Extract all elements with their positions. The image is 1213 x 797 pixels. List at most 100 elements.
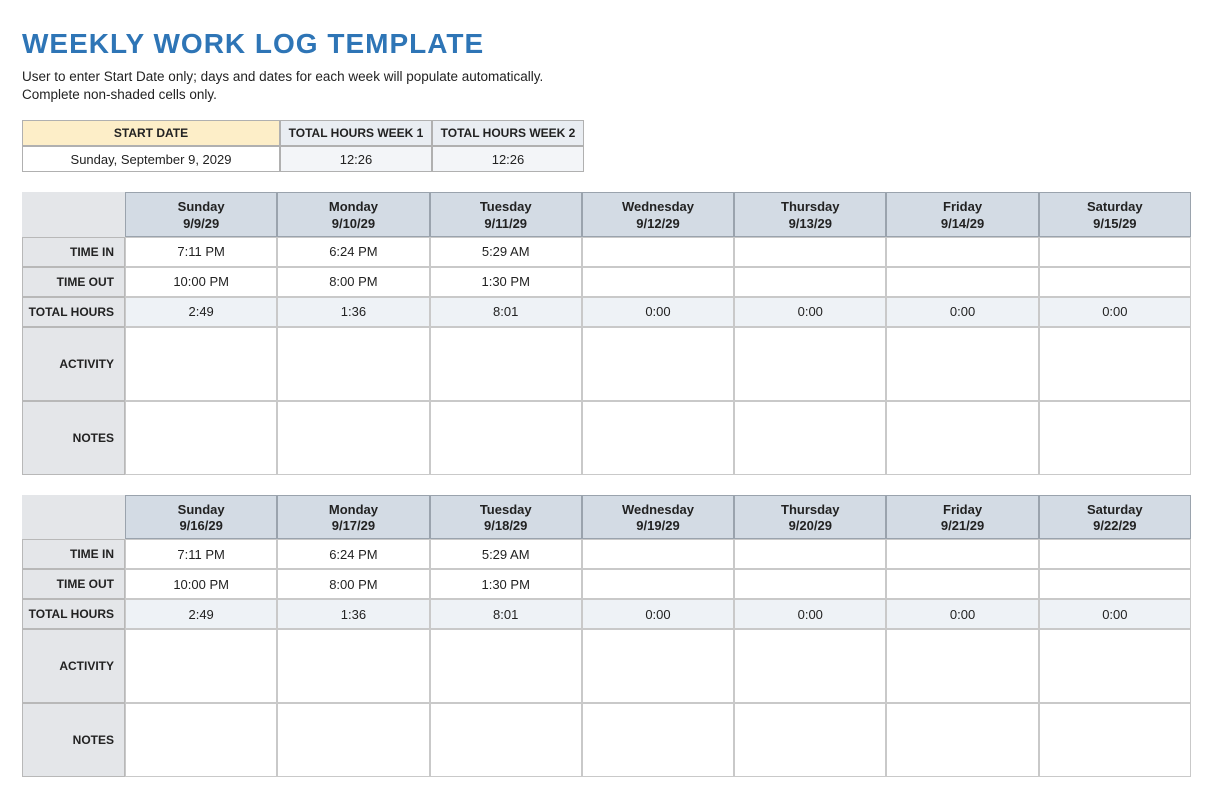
activity-cell[interactable] (125, 327, 277, 401)
total-cell: 8:01 (430, 297, 582, 327)
time_out-row-header: TIME OUT (22, 267, 125, 297)
time_out-cell[interactable]: 10:00 PM (125, 267, 277, 297)
day-date: 9/10/29 (278, 216, 428, 232)
notes-cell[interactable] (277, 703, 429, 777)
time_in-cell[interactable] (582, 237, 734, 267)
notes-row-header: NOTES (22, 703, 125, 777)
time_in-cell[interactable] (1039, 237, 1191, 267)
instructions-line-1: User to enter Start Date only; days and … (22, 69, 543, 84)
time_in-cell[interactable] (734, 237, 886, 267)
notes-cell[interactable] (734, 401, 886, 475)
notes-cell[interactable] (430, 401, 582, 475)
time_in-cell[interactable] (886, 237, 1038, 267)
activity-cell[interactable] (734, 629, 886, 703)
activity-cell[interactable] (430, 629, 582, 703)
notes-cell[interactable] (582, 401, 734, 475)
activity-cell[interactable] (886, 327, 1038, 401)
day-name: Friday (887, 502, 1037, 518)
time_out-cell[interactable] (582, 569, 734, 599)
notes-cell[interactable] (125, 703, 277, 777)
notes-cell[interactable] (277, 401, 429, 475)
day-date: 9/22/29 (1040, 518, 1190, 534)
day-header: Sunday9/16/29 (125, 495, 277, 540)
time_out-cell[interactable]: 1:30 PM (430, 267, 582, 297)
notes-cell[interactable] (1039, 703, 1191, 777)
day-name: Tuesday (431, 502, 581, 518)
day-header: Wednesday9/19/29 (582, 495, 734, 540)
notes-cell[interactable] (582, 703, 734, 777)
time_in-cell[interactable] (1039, 539, 1191, 569)
activity-cell[interactable] (125, 629, 277, 703)
activity-cell[interactable] (1039, 327, 1191, 401)
time_out-row-header: TIME OUT (22, 569, 125, 599)
notes-cell[interactable] (886, 703, 1038, 777)
notes-row-header: NOTES (22, 401, 125, 475)
activity-cell[interactable] (277, 327, 429, 401)
total-hours-week2-header: TOTAL HOURS WEEK 2 (432, 120, 584, 146)
notes-cell[interactable] (1039, 401, 1191, 475)
activity-cell[interactable] (582, 629, 734, 703)
time_out-cell[interactable] (886, 569, 1038, 599)
time_out-cell[interactable]: 8:00 PM (277, 569, 429, 599)
activity-cell[interactable] (886, 629, 1038, 703)
total-cell: 0:00 (1039, 297, 1191, 327)
activity-cell[interactable] (1039, 629, 1191, 703)
notes-cell[interactable] (734, 703, 886, 777)
notes-cell[interactable] (430, 703, 582, 777)
notes-cell[interactable] (125, 401, 277, 475)
time_out-cell[interactable]: 8:00 PM (277, 267, 429, 297)
time_in-cell[interactable]: 6:24 PM (277, 237, 429, 267)
total-row-header: TOTAL HOURS (22, 297, 125, 327)
day-date: 9/13/29 (735, 216, 885, 232)
time_out-cell[interactable] (886, 267, 1038, 297)
time_in-cell[interactable]: 6:24 PM (277, 539, 429, 569)
day-header: Monday9/17/29 (277, 495, 429, 540)
day-date: 9/15/29 (1040, 216, 1190, 232)
day-name: Wednesday (583, 199, 733, 215)
day-name: Tuesday (431, 199, 581, 215)
time_in-cell[interactable] (734, 539, 886, 569)
time_in-cell[interactable]: 5:29 AM (430, 539, 582, 569)
time_in-cell[interactable]: 7:11 PM (125, 237, 277, 267)
time_out-cell[interactable] (1039, 569, 1191, 599)
activity-row-header: ACTIVITY (22, 629, 125, 703)
activity-cell[interactable] (734, 327, 886, 401)
total-cell: 0:00 (582, 599, 734, 629)
start-date-header: START DATE (22, 120, 280, 146)
time_out-cell[interactable]: 10:00 PM (125, 569, 277, 599)
notes-cell[interactable] (886, 401, 1038, 475)
page-title: WEEKLY WORK LOG TEMPLATE (22, 28, 1191, 60)
time_out-cell[interactable] (582, 267, 734, 297)
time_in-cell[interactable] (582, 539, 734, 569)
day-name: Friday (887, 199, 1037, 215)
time_in-cell[interactable]: 5:29 AM (430, 237, 582, 267)
total-hours-week2-value: 12:26 (432, 146, 584, 172)
total-cell: 1:36 (277, 599, 429, 629)
total-cell: 0:00 (582, 297, 734, 327)
activity-cell[interactable] (430, 327, 582, 401)
time_in-cell[interactable] (886, 539, 1038, 569)
day-name: Monday (278, 502, 428, 518)
time_in-cell[interactable]: 7:11 PM (125, 539, 277, 569)
day-date: 9/14/29 (887, 216, 1037, 232)
total-hours-week1-header: TOTAL HOURS WEEK 1 (280, 120, 432, 146)
time_out-cell[interactable]: 1:30 PM (430, 569, 582, 599)
day-date: 9/21/29 (887, 518, 1037, 534)
day-header: Saturday9/22/29 (1039, 495, 1191, 540)
activity-cell[interactable] (277, 629, 429, 703)
start-date-value[interactable]: Sunday, September 9, 2029 (22, 146, 280, 172)
total-cell: 0:00 (1039, 599, 1191, 629)
day-header: Sunday9/9/29 (125, 192, 277, 237)
total-cell: 1:36 (277, 297, 429, 327)
activity-row-header: ACTIVITY (22, 327, 125, 401)
day-header: Wednesday9/12/29 (582, 192, 734, 237)
time_out-cell[interactable] (734, 569, 886, 599)
day-date: 9/16/29 (126, 518, 276, 534)
instructions-line-2: Complete non-shaded cells only. (22, 87, 217, 102)
activity-cell[interactable] (582, 327, 734, 401)
corner-cell (22, 192, 125, 237)
day-header: Monday9/10/29 (277, 192, 429, 237)
time_out-cell[interactable] (1039, 267, 1191, 297)
day-header: Thursday9/13/29 (734, 192, 886, 237)
time_out-cell[interactable] (734, 267, 886, 297)
